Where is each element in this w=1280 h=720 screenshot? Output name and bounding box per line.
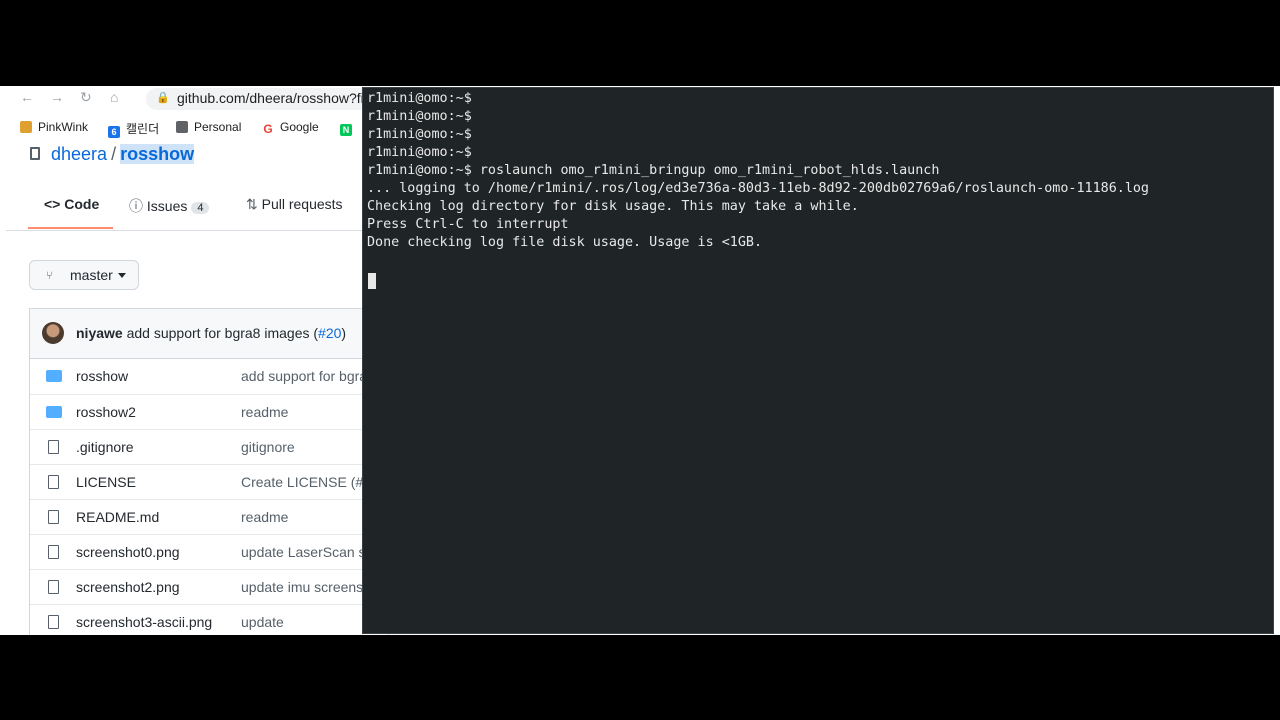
avatar[interactable] [42,322,64,344]
desktop-screen: ← → ↻ ⌂ 🔒 github.com/dheera/rosshow?fi P… [0,86,1280,635]
repo-name-link[interactable]: rosshow [120,144,195,164]
terminal-line: r1mini@omo:~$ roslaunch omo_r1mini_bring… [367,163,940,178]
file-icon [48,580,59,594]
commit-message-link[interactable]: Create LICENSE (#1 [241,474,371,490]
terminal-line: r1mini@omo:~$ [367,91,472,106]
active-tab-underline [28,227,113,229]
pinkwink-icon [20,121,32,133]
file-name-link[interactable]: rosshow [76,368,128,384]
folder-icon [46,406,62,418]
file-icon [48,440,59,454]
branch-icon: ⑂ [46,270,53,282]
repo-icon [30,147,40,160]
table-row[interactable]: screenshot0.png update LaserScan screensh… [30,534,427,570]
repo-owner-link[interactable]: dheera [51,144,107,164]
commit-message-link[interactable]: add support for bgra8 images ( [127,325,318,341]
commit-message-link[interactable]: readme [241,404,288,420]
terminal-line: Press Ctrl-C to interrupt [367,217,569,232]
latest-commit-message: niyawe add support for bgra8 images (#20… [76,325,346,341]
bookmark-google[interactable]: G Google [262,120,318,136]
file-icon [48,510,59,524]
file-icon [48,615,59,629]
commit-message-link[interactable]: readme [241,509,288,525]
code-icon: <> [44,196,61,212]
latest-commit-bar: niyawe add support for bgra8 images (#20… [29,308,389,358]
terminal-line: r1mini@omo:~$ [367,145,472,160]
terminal-window[interactable]: r1mini@omo:~$ r1mini@omo:~$ r1mini@omo:~… [362,87,1274,634]
file-name-link[interactable]: screenshot0.png [76,544,180,560]
table-row[interactable]: rosshow2 readme [30,394,390,430]
table-row[interactable]: .gitignore gitignore [30,429,390,465]
url-text[interactable]: github.com/dheera/rosshow?fi [177,90,364,106]
tab-issues[interactable]: ⓘ Issues 4 [129,196,210,216]
file-icon [48,475,59,489]
file-name-link[interactable]: screenshot2.png [76,579,180,595]
folder-icon [176,121,188,133]
home-icon[interactable]: ⌂ [110,89,118,105]
repo-separator: / [111,144,117,164]
bookmark-naver[interactable]: N [340,120,358,136]
naver-icon: N [340,124,352,136]
terminal-line: Checking log directory for disk usage. T… [367,199,859,214]
calendar-icon: 6 [108,126,120,138]
pull-request-icon: ⇅ [246,196,258,212]
table-row[interactable]: rosshow add support for bgra8 images (#20… [30,359,460,394]
table-row[interactable]: README.md readme [30,499,390,535]
table-row[interactable]: screenshot3-ascii.png update [30,604,390,635]
table-row[interactable]: LICENSE Create LICENSE (#1 [30,464,390,500]
file-name-link[interactable]: README.md [76,509,159,525]
repo-breadcrumb: dheera / rosshow [51,144,195,165]
file-name-link[interactable]: screenshot3-ascii.png [76,614,212,630]
file-name-link[interactable]: LICENSE [76,474,136,490]
chevron-down-icon [118,273,126,278]
pull-request-link[interactable]: #20 [318,325,341,341]
commit-message-link[interactable]: update [241,614,284,630]
terminal-line: ... logging to /home/r1mini/.ros/log/ed3… [367,181,1149,196]
bookmark-calendar[interactable]: 6 캘린더 [108,120,159,138]
issues-count-badge: 4 [191,202,210,214]
file-list: rosshow add support for bgra8 images (#20… [29,358,460,635]
commit-message-close: ) [341,325,347,341]
file-name-link[interactable]: rosshow2 [76,404,136,420]
back-icon[interactable]: ← [20,89,34,105]
tab-pull-requests[interactable]: ⇅ Pull requests [246,196,343,213]
reload-icon[interactable]: ↻ [80,89,92,106]
tab-code[interactable]: <> Code [44,196,99,212]
google-icon: G [263,122,273,136]
terminal-line: r1mini@omo:~$ [367,109,472,124]
file-icon [48,545,59,559]
forward-icon[interactable]: → [50,89,64,105]
terminal-line: r1mini@omo:~$ [367,127,472,142]
bookmark-pinkwink[interactable]: PinkWink [20,120,88,134]
lock-icon: 🔒 [156,92,170,104]
issue-icon: ⓘ [129,198,143,214]
file-name-link[interactable]: .gitignore [76,439,134,455]
bookmark-personal[interactable]: Personal [176,120,241,134]
window-edge [1274,86,1280,635]
commit-message-link[interactable]: gitignore [241,439,295,455]
terminal-line: Done checking log file disk usage. Usage… [367,235,763,250]
table-row[interactable]: screenshot2.png update imu screenshot [30,569,390,605]
commit-author-link[interactable]: niyawe [76,325,123,341]
repo-tabs: <> Code ⓘ Issues 4 ⇅ Pull requests [6,182,406,231]
folder-icon [46,370,62,382]
terminal-cursor [368,273,376,289]
